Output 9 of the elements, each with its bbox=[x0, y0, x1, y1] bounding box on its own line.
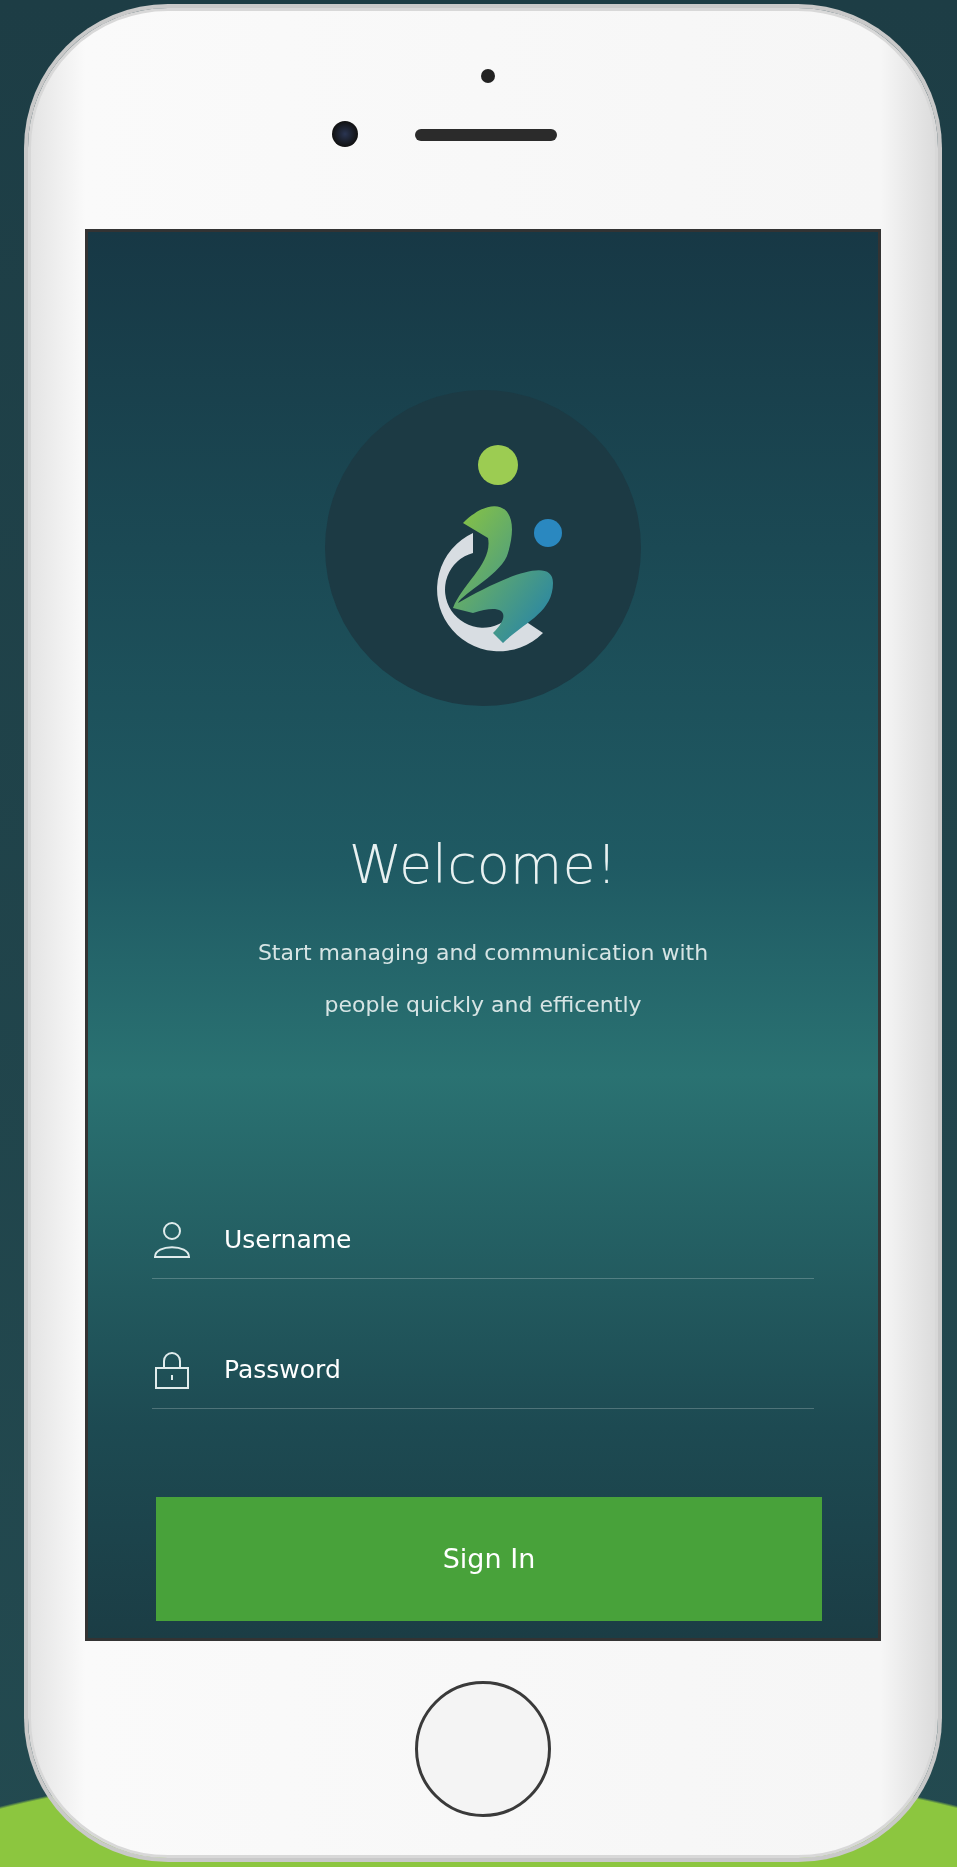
password-field[interactable]: Password bbox=[222, 1349, 814, 1390]
welcome-subtitle: Start managing and communication with people quickly and efficently bbox=[256, 939, 710, 1019]
user-icon bbox=[152, 1219, 192, 1260]
sensor-dot bbox=[481, 69, 495, 83]
camera-lens bbox=[332, 121, 358, 147]
welcome-title: Welcome! bbox=[347, 832, 619, 898]
padlock-icon bbox=[152, 1349, 192, 1390]
username-field[interactable]: Username bbox=[222, 1219, 814, 1260]
sign-in-button[interactable]: Sign In bbox=[156, 1497, 822, 1621]
